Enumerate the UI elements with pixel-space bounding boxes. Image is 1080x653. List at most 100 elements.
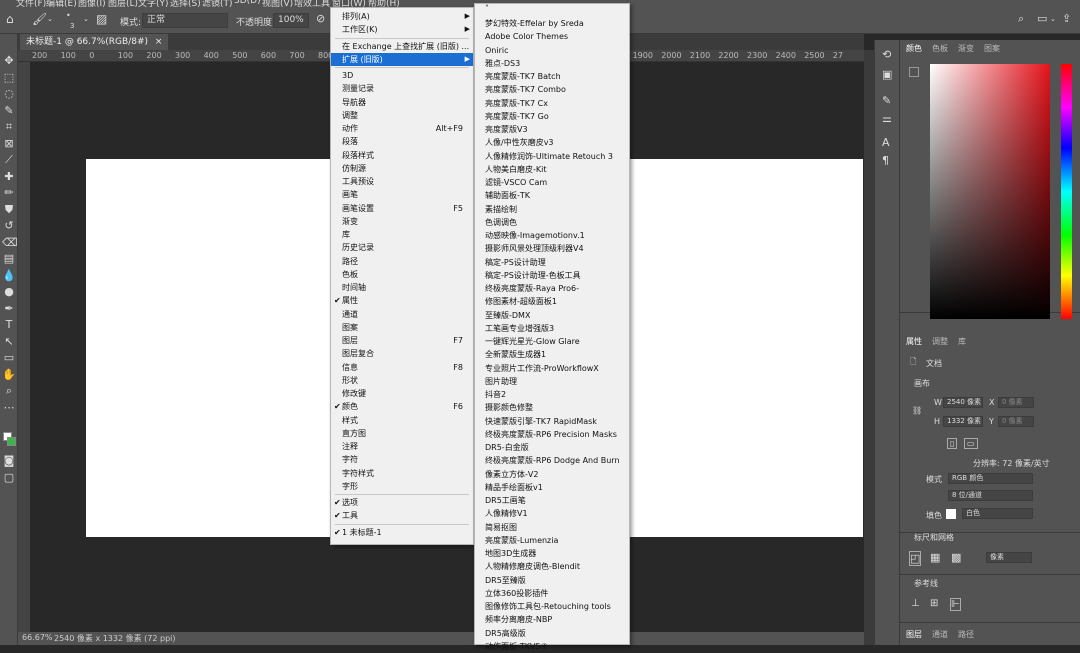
extension-item[interactable]: 全新蒙版生成器1 [475, 348, 629, 361]
menu-item[interactable]: 通道 [331, 308, 473, 321]
menu-item[interactable]: 样式 [331, 414, 473, 427]
grid-toggle-icon[interactable]: ▦ [930, 551, 940, 564]
extension-item[interactable]: 人像/中性灰磨皮v3 [475, 136, 629, 149]
home-icon[interactable]: ⌂ [6, 12, 14, 26]
guides-section-title[interactable]: 参考线 [914, 578, 938, 589]
menu-item[interactable]: 信息 F8 [331, 361, 473, 374]
tab-libraries[interactable]: 库 [958, 336, 966, 347]
color-picker-field[interactable] [930, 64, 1050, 319]
extension-item[interactable]: DR5-白金版 [475, 441, 629, 454]
pressure-opacity-icon[interactable]: ⊘ [316, 12, 325, 25]
extension-item[interactable]: 修图素材-超级面板1 [475, 295, 629, 308]
tab-properties[interactable]: 属性 [906, 336, 922, 347]
extension-item[interactable]: 人像精修V1 [475, 507, 629, 520]
extension-item[interactable]: 动感映像-Imagemotionv.1 [475, 229, 629, 242]
character-icon[interactable]: A [882, 136, 890, 149]
extension-item[interactable]: 终极亮度蒙版-RP6 Dodge And Burn [475, 454, 629, 467]
fill-select[interactable]: 白色 [962, 508, 1033, 519]
guide-new-icon[interactable]: ⊩ [950, 598, 961, 611]
fill-color-swatch[interactable] [946, 509, 956, 519]
menu-item[interactable]: 历史记录 [331, 241, 473, 254]
menu-item[interactable]: ✔ 颜色 F6 [331, 400, 473, 413]
menu-item[interactable]: 渐变 [331, 215, 473, 228]
menubar-item[interactable]: 帮助(H) [368, 0, 400, 7]
menubar-item[interactable]: 编辑(E) [46, 0, 77, 7]
extension-item[interactable]: 梦幻特效-Effelar by Sreda [475, 17, 629, 30]
menu-item[interactable]: 路径 [331, 255, 473, 268]
menu-item[interactable]: 画笔设置 F5 [331, 202, 473, 215]
type-icon[interactable]: T [2, 318, 16, 332]
menu-item[interactable]: 库 [331, 228, 473, 241]
ruler-unit-select[interactable]: 像素 [986, 552, 1032, 563]
extension-item[interactable]: 人像精修润饰-Ultimate Retouch 3 [475, 150, 629, 163]
extension-item[interactable]: 图像修饰工具包-Retouching tools [475, 600, 629, 613]
workspace-icon[interactable]: ▭ [1037, 12, 1047, 25]
dodge-icon[interactable]: ● [2, 285, 16, 299]
ruler-toggle-icon[interactable]: ◰ [909, 551, 922, 566]
menu-item[interactable]: ✔ 属性 [331, 294, 473, 307]
zoom-icon[interactable]: ⌕ [2, 384, 16, 398]
search-icon[interactable]: ⌕ [1018, 12, 1024, 26]
color-mode-select[interactable]: RGB 颜色 [948, 473, 1033, 484]
scroll-up-icon[interactable]: ˄ [485, 4, 489, 13]
menu-item[interactable]: 动作 Alt+F9 [331, 122, 473, 135]
menu-item[interactable]: 色板 [331, 268, 473, 281]
library-icon[interactable]: ▣ [882, 68, 892, 81]
tab-paths[interactable]: 路径 [958, 629, 974, 640]
shape-icon[interactable]: ▭ [2, 351, 16, 365]
menu-item[interactable]: 图层复合 [331, 347, 473, 360]
menu-item[interactable]: 扩展 (旧版) ▶ [331, 52, 473, 66]
menubar-item[interactable]: 窗口(W) [332, 0, 366, 7]
menu-item[interactable]: 修改键 [331, 387, 473, 400]
menu-item[interactable]: 画笔 [331, 188, 473, 201]
menubar-item[interactable]: 3D(D) [234, 0, 261, 6]
menu-item[interactable]: 注释 [331, 440, 473, 453]
menubar-item[interactable]: 滤镜(T) [202, 0, 233, 7]
marquee-icon[interactable]: ⬚ [2, 71, 16, 85]
landscape-orientation-icon[interactable]: ▭ [964, 438, 978, 449]
menubar-item[interactable]: 图层(L) [108, 0, 138, 7]
portrait-orientation-icon[interactable]: ▯ [947, 438, 958, 449]
extension-item[interactable]: 亮度蒙版-TK7 Batch [475, 70, 629, 83]
guide-align-icon[interactable]: ⊥ [911, 598, 920, 609]
extension-item[interactable]: 摄影颜色修整 [475, 401, 629, 414]
hue-slider[interactable] [1061, 64, 1072, 319]
menu-item[interactable]: 图案 [331, 321, 473, 334]
menu-item[interactable]: 字符 [331, 453, 473, 466]
extension-item[interactable]: DR5高级版 [475, 627, 629, 640]
extension-item[interactable]: 专业照片工作流-ProWorkflowX [475, 362, 629, 375]
tab-color[interactable]: 颜色 [906, 43, 922, 54]
move-icon[interactable]: ✥ [2, 54, 16, 68]
eyedropper-icon[interactable]: ⟋ [2, 153, 16, 167]
quick-select-icon[interactable]: ✎ [2, 104, 16, 118]
extension-item[interactable]: 亮度蒙版-TK7 Go [475, 110, 629, 123]
menu-item[interactable]: 工具预设 [331, 175, 473, 188]
tab-gradients[interactable]: 渐变 [958, 43, 974, 54]
extension-item[interactable]: 稿定-PS设计助理-色板工具 [475, 269, 629, 282]
link-icon[interactable]: ⛓ [912, 406, 922, 415]
chevron-down-icon[interactable]: ⌄ [83, 15, 89, 23]
extension-item[interactable]: 亮度蒙版-TK7 Combo [475, 83, 629, 96]
extension-item[interactable]: DR5工画笔 [475, 494, 629, 507]
rulers-grid-section-title[interactable]: 标尺和网格 [914, 532, 954, 543]
extension-item[interactable]: 至臻版-DMX [475, 309, 629, 322]
menu-item[interactable]: 仿制源 [331, 162, 473, 175]
menu-item[interactable]: 直方图 [331, 427, 473, 440]
width-input[interactable]: 2540 像素 [943, 397, 983, 408]
share-icon[interactable]: ⇪ [1062, 12, 1071, 25]
opacity-input[interactable]: 100% [273, 13, 309, 28]
x-input[interactable]: 0 像素 [998, 397, 1034, 408]
history-icon[interactable]: ⟲ [882, 48, 891, 61]
menubar-item[interactable]: 文字(Y) [138, 0, 169, 7]
extension-item[interactable]: 立体360投影插件 [475, 587, 629, 600]
mode-select[interactable]: 正常 [142, 13, 228, 28]
frame-icon[interactable]: ⊠ [2, 137, 16, 151]
close-icon[interactable]: × [155, 37, 163, 47]
extension-item[interactable]: 快速蒙版引擎-TK7 RapidMask [475, 415, 629, 428]
tab-channels[interactable]: 通道 [932, 629, 948, 640]
pen-icon[interactable]: ✒ [2, 302, 16, 316]
guide-distribute-icon[interactable]: ⊞ [930, 598, 938, 609]
document-tab[interactable]: 未标题-1 @ 66.7%(RGB/8#) × [20, 34, 169, 50]
menu-item[interactable]: ✔ 选项 [331, 496, 473, 509]
paragraph-icon[interactable]: ¶ [882, 154, 889, 167]
